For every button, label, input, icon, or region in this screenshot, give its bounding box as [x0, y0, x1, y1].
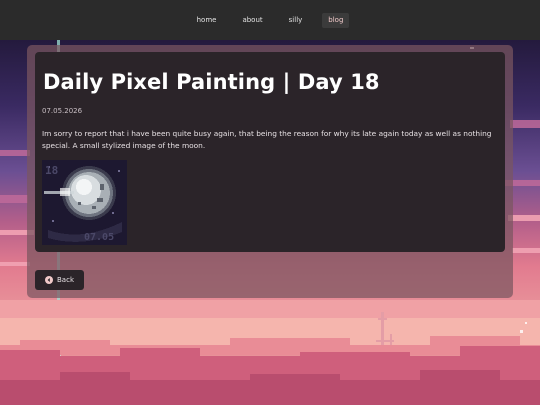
page: home about silly blog Daily Pixel Painti… — [0, 0, 540, 405]
back-button-label: Back — [57, 276, 74, 284]
nav-about-link[interactable]: about — [236, 13, 268, 28]
back-button[interactable]: Back — [35, 270, 84, 290]
post-date: 07.05.2026 — [42, 107, 83, 115]
image-day-tag: 18 — [45, 164, 58, 177]
image-date-caption: 07.05 — [84, 232, 114, 243]
post-body: Im sorry to report that i have been quit… — [42, 129, 492, 150]
nav-blog-link[interactable]: blog — [322, 12, 350, 28]
arrow-left-circle-icon — [45, 276, 53, 284]
nav-silly-link[interactable]: silly — [283, 13, 309, 28]
nav-home-link[interactable]: home — [191, 13, 223, 28]
top-navigation: home about silly blog — [0, 0, 540, 40]
post-title: Daily Pixel Painting | Day 18 — [43, 70, 380, 94]
pixel-moon-image[interactable]: 18 07.05 — [42, 160, 127, 245]
